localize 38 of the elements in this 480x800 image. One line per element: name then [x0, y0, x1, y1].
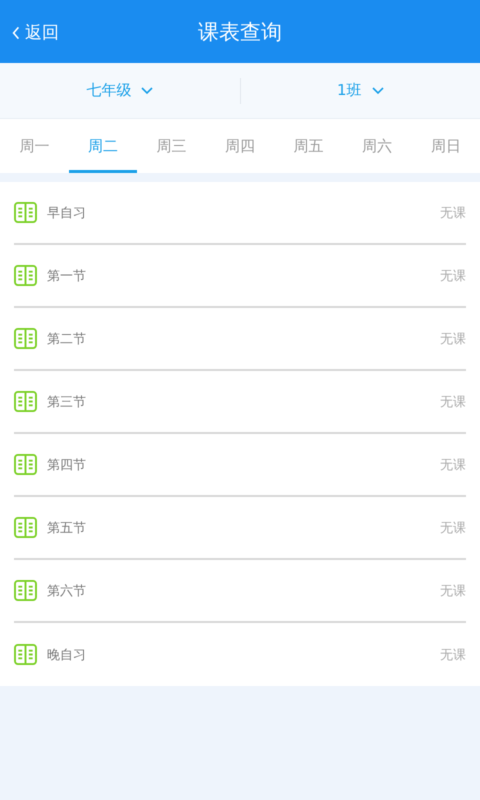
course-status: 无课	[440, 268, 466, 284]
course-status: 无课	[440, 394, 466, 410]
page-title: 课表查询	[198, 18, 282, 46]
period-name: 早自习	[47, 204, 87, 222]
caret-icon	[372, 86, 384, 94]
period-name: 第二节	[47, 330, 87, 348]
book-icon	[14, 517, 37, 538]
course-status: 无课	[440, 330, 466, 348]
course-status: 无课	[440, 204, 466, 222]
dropdown[interactable]: 七年级	[86, 81, 154, 100]
day-tab[interactable]: 周三	[137, 119, 206, 173]
book-icon	[14, 391, 37, 412]
course-status: 无课	[440, 646, 466, 664]
book-icon	[14, 328, 37, 349]
book-icon	[14, 454, 37, 475]
period-name: 第一节	[47, 268, 87, 284]
day-tab[interactable]: 周日	[411, 119, 480, 173]
day-tab[interactable]: 周五	[274, 119, 343, 173]
day-tab[interactable]: 周四	[206, 119, 274, 173]
day-tab[interactable]: 周六	[342, 119, 412, 173]
course-status: 无课	[440, 520, 466, 536]
book-icon	[14, 265, 37, 286]
period-name: 晚自习	[47, 646, 87, 664]
book-icon	[14, 580, 37, 601]
back-chevron-icon	[12, 26, 20, 40]
course-status: 无课	[440, 582, 466, 600]
period-name: 第三节	[47, 394, 87, 410]
caret-icon	[141, 86, 154, 94]
dropdown[interactable]: 1班	[336, 81, 384, 100]
back-button[interactable]: 返回	[12, 21, 59, 44]
period-name: 第五节	[47, 520, 87, 536]
book-icon	[14, 202, 37, 223]
day-tab[interactable]: 周二	[68, 119, 138, 173]
period-name: 第六节	[47, 582, 87, 600]
period-name: 第四节	[47, 456, 87, 474]
book-icon	[14, 644, 37, 665]
course-status: 无课	[440, 456, 466, 474]
day-tab[interactable]: 周一	[0, 119, 69, 173]
